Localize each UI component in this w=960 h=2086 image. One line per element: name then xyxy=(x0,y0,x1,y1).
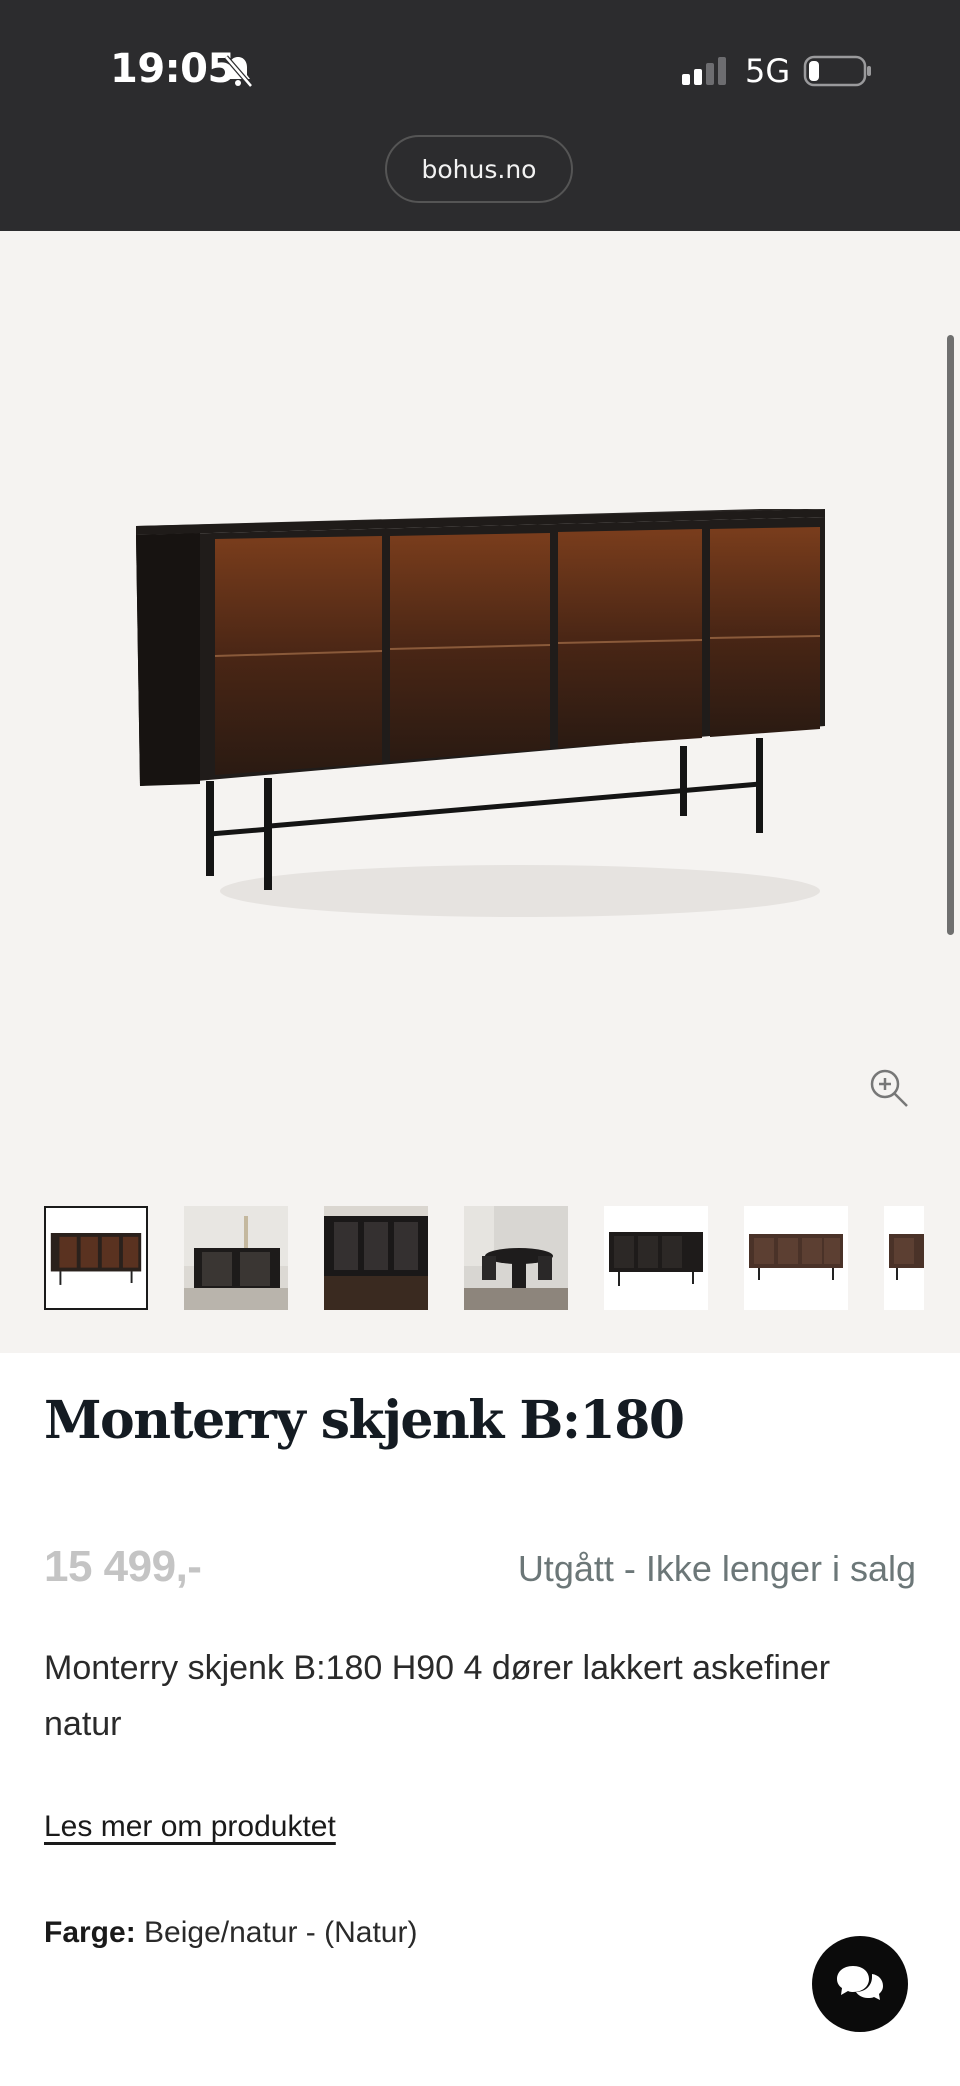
thumbnail-4[interactable] xyxy=(464,1206,568,1310)
thumbnail-1[interactable] xyxy=(44,1206,148,1310)
color-label: Farge: xyxy=(44,1916,136,1949)
bell-slash-icon xyxy=(224,55,253,88)
product-description: Monterry skjenk B:180 H90 4 dører lakker… xyxy=(44,1649,831,1743)
product-image[interactable] xyxy=(120,491,840,951)
thumbnail-6[interactable] xyxy=(744,1206,848,1310)
thumbnail-7[interactable] xyxy=(884,1206,924,1310)
color-row: Farge: Beige/natur - (Natur) xyxy=(44,1916,417,1950)
availability-status: Utgått - Ikke lenger i salg xyxy=(517,1548,916,1589)
thumbnail-2[interactable] xyxy=(184,1206,288,1310)
scrollbar[interactable] xyxy=(947,335,954,935)
color-value: Beige/natur - (Natur) xyxy=(144,1916,418,1949)
status-bar: 19:05 5G bohus.no xyxy=(0,0,960,231)
thumbnail-3[interactable] xyxy=(324,1206,428,1310)
product-gallery[interactable] xyxy=(0,231,960,1353)
zoom-in-icon[interactable] xyxy=(868,1067,910,1109)
read-more-link[interactable]: Les mer om produktet xyxy=(44,1810,336,1844)
thumbnail-strip[interactable] xyxy=(44,1206,944,1310)
battery-icon xyxy=(803,55,871,87)
chat-bubbles-icon xyxy=(837,1966,883,2000)
url-bar[interactable]: bohus.no xyxy=(385,135,573,203)
thumbnail-5[interactable] xyxy=(604,1206,708,1310)
product-price: 15 499,- xyxy=(44,1542,202,1591)
product-title: Monterry skjenk B:180 xyxy=(44,1390,685,1451)
clock: 19:05 xyxy=(110,46,235,92)
chat-button[interactable] xyxy=(812,1936,908,2032)
signal-icon xyxy=(682,57,726,85)
network-type: 5G xyxy=(745,52,791,90)
